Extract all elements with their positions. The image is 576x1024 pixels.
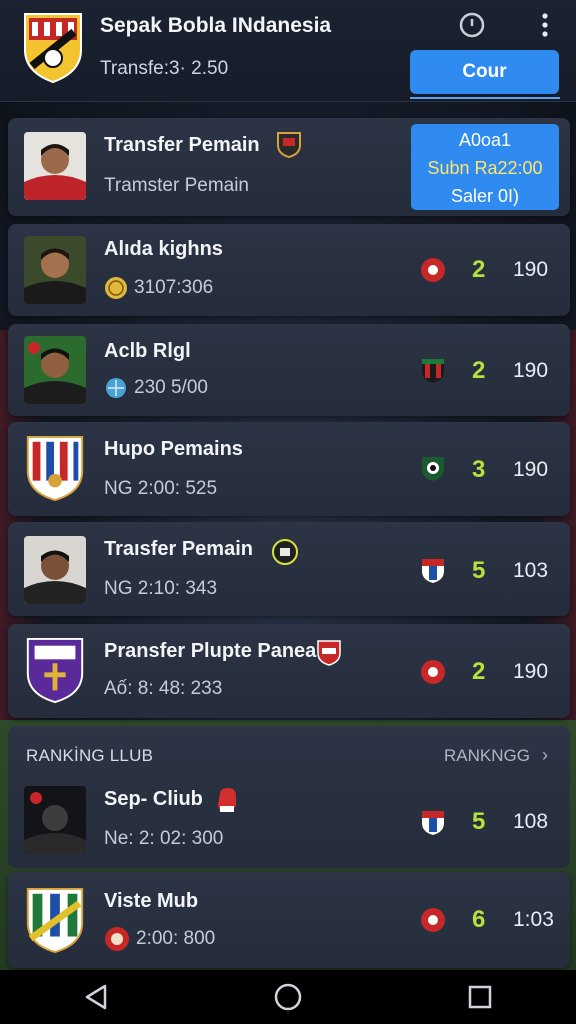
cour-button[interactable]: Cour — [410, 50, 559, 94]
club-badge-icon — [422, 457, 444, 481]
more-vert-icon[interactable] — [528, 8, 562, 42]
item-meta: NG 2:10: 343 — [104, 578, 217, 600]
item-meta: NG 2:00: 525 — [104, 478, 217, 500]
coin-icon — [105, 277, 127, 299]
item-meta: Ne: 2: 02: 300 — [104, 828, 223, 850]
club-badge-icon — [317, 640, 341, 666]
featured-transfer-card[interactable]: Transfer Pemain Tramster Pemain A0oa1 Su… — [8, 118, 570, 216]
promo-line-3: Saler 0I) — [450, 186, 520, 206]
promo-box[interactable]: A0oa1 Subn Ra22:00 Saler 0I) — [411, 124, 559, 210]
item-score: 2 — [472, 256, 486, 283]
player-avatar — [24, 536, 86, 604]
app-logo-icon — [24, 13, 82, 84]
app-subtitle: Transfe:3· 2.50 — [100, 58, 229, 79]
item-meta: 230 5/00 — [104, 376, 208, 400]
item-meta-text: 2:00: 800 — [136, 928, 216, 949]
item-meta-text: 230 5/00 — [134, 377, 208, 398]
clock-icon[interactable] — [455, 8, 489, 42]
list-item[interactable]: Traısfer Pemain NG 2:10: 343 5 103 — [8, 522, 570, 616]
item-value: 190 — [513, 359, 549, 382]
promo-line-1: A0oa1 — [458, 130, 512, 150]
recents-icon[interactable] — [450, 970, 510, 1024]
list-item[interactable]: Pransfer Plupte Panea Aố: 8: 48: 233 2 1… — [8, 624, 570, 718]
player-avatar — [24, 786, 86, 854]
item-title: Sep- Cliub — [104, 788, 203, 810]
club-badge-icon — [421, 908, 445, 932]
club-mini-icon — [105, 927, 129, 951]
chevron-right-icon[interactable]: › — [542, 745, 548, 766]
item-meta: 3107:306 — [104, 276, 213, 300]
header-underline — [410, 97, 560, 99]
club-badge-icon — [421, 258, 445, 282]
system-nav-bar — [0, 970, 576, 1024]
item-score: 6 — [472, 906, 486, 933]
item-meta-text: NG 2:00: 525 — [104, 478, 218, 499]
item-meta: Aố: 8: 48: 233 — [104, 678, 222, 700]
card-title: Transfer Pemain — [104, 134, 260, 156]
item-score: 5 — [472, 557, 486, 584]
item-value: 190 — [513, 258, 549, 281]
item-score: 2 — [472, 357, 486, 384]
list-item[interactable]: Hupo Pemains NG 2:00: 525 3 190 — [8, 422, 570, 516]
ranking-row[interactable]: Viste Mub 2:00: 800 6 1:03 — [8, 872, 570, 968]
item-value: 190 — [513, 458, 549, 481]
promo-line-2: Subn Ra22:00 — [427, 158, 543, 178]
item-title: Aclb Rlgl — [104, 340, 191, 362]
item-meta-text: NG 2:10: 343 — [104, 578, 218, 599]
club-badge-icon — [422, 559, 444, 583]
app-title: Sepak Bobla INdanesia — [100, 14, 332, 37]
club-crest-icon — [26, 435, 84, 502]
club-badge-icon — [422, 811, 444, 835]
ranking-link[interactable]: RANKNGG — [444, 746, 530, 766]
item-value: 108 — [513, 810, 549, 833]
ball-icon — [106, 378, 126, 398]
club-badge-icon — [272, 539, 298, 565]
item-value: 103 — [513, 559, 549, 582]
back-icon[interactable] — [66, 970, 126, 1024]
item-value: 1:03 — [513, 908, 554, 931]
item-title: Hupo Pemains — [104, 438, 243, 460]
club-crest-icon — [26, 637, 84, 704]
club-badge-icon — [422, 359, 444, 383]
app-header: Sepak Bobla INdanesia Transfe:3· 2.50 Co… — [0, 0, 576, 102]
item-title: Alıda kighns — [104, 238, 223, 260]
club-badge-icon — [277, 132, 301, 158]
item-meta-text: 3107:306 — [134, 277, 214, 298]
boxing-glove-icon — [218, 788, 236, 812]
item-title: Viste Mub — [104, 890, 199, 912]
item-score: 5 — [472, 808, 486, 835]
item-meta: 2:00: 800 — [104, 926, 215, 952]
club-badge-icon — [421, 660, 445, 684]
item-score: 3 — [472, 456, 486, 483]
item-title: Pransfer Plupte Panea — [104, 640, 317, 662]
card-subtitle: Tramster Pemain — [104, 175, 249, 196]
item-value: 190 — [513, 660, 549, 683]
list-item[interactable]: Aclb Rlgl 230 5/00 2 190 — [8, 324, 570, 416]
ranking-row[interactable]: Sep- Cliub Ne: 2: 02: 300 5 108 — [8, 770, 570, 866]
home-icon[interactable] — [258, 970, 318, 1024]
item-meta-text: Ne: 2: 02: 300 — [104, 828, 224, 849]
list-item[interactable]: Alıda kighns 3107:306 2 190 — [8, 224, 570, 316]
player-avatar — [24, 336, 86, 404]
item-meta-text: Aố: 8: 48: 233 — [104, 678, 223, 699]
ranking-title: RANKİNG LLUB — [26, 746, 154, 765]
club-crest-icon — [26, 887, 84, 954]
player-avatar — [24, 132, 86, 200]
item-score: 2 — [472, 658, 486, 685]
player-avatar — [24, 236, 86, 304]
item-title: Traısfer Pemain — [104, 538, 253, 560]
